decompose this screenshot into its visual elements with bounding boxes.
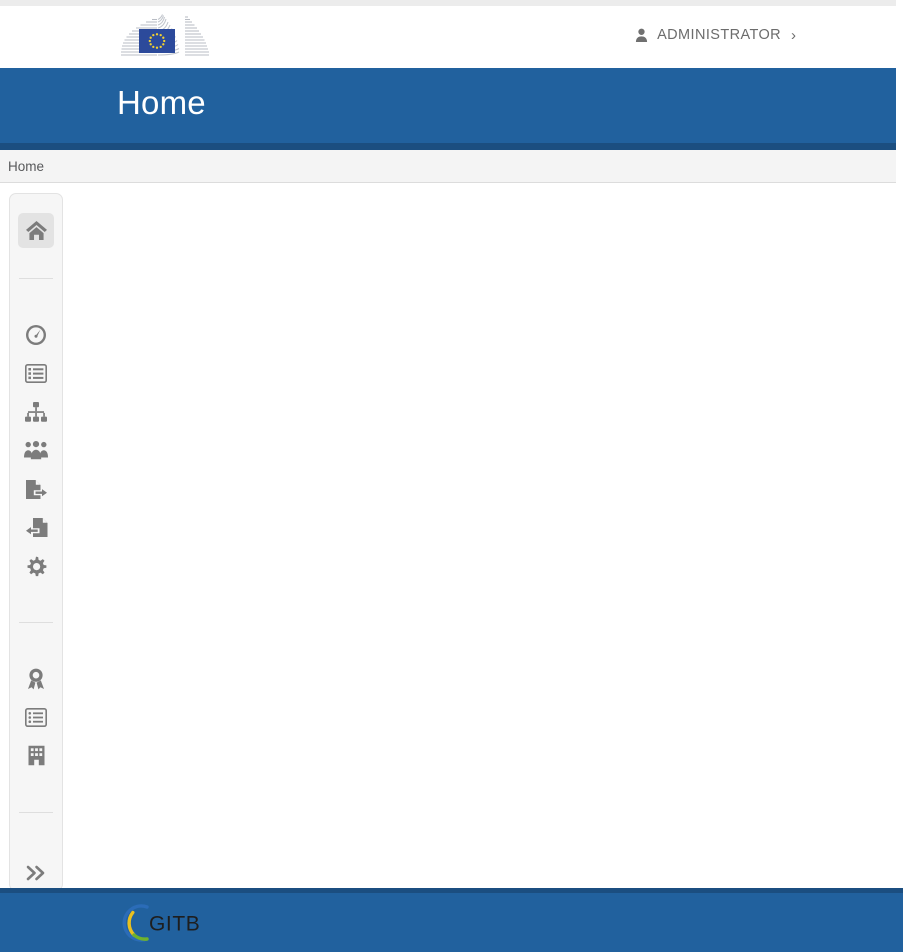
user-icon (636, 28, 648, 42)
page-title: Home (117, 84, 206, 121)
double-chevron-right-icon (26, 865, 45, 880)
svg-text:GITB: GITB (149, 913, 200, 936)
sidebar-item-organisations[interactable] (18, 738, 54, 773)
sidebar-item-export[interactable] (18, 472, 54, 507)
european-commission-logo[interactable] (117, 13, 213, 61)
file-import-icon (25, 518, 47, 538)
gear-icon (27, 556, 47, 576)
users-icon (24, 441, 48, 460)
main-content-area (0, 184, 896, 891)
eu-header: ADMINISTRATOR › (0, 6, 896, 68)
file-export-icon (25, 479, 47, 499)
gitb-logo[interactable]: GITB (120, 899, 206, 947)
home-icon (25, 221, 47, 241)
page-banner: Home (0, 68, 896, 143)
footer: GITB Development mode User guide Contact… (0, 893, 903, 952)
sitemap-icon (25, 402, 47, 422)
sidebar-item-dashboard[interactable] (18, 318, 54, 353)
building-icon (28, 746, 44, 766)
sidebar-divider-1 (19, 277, 53, 279)
sidebar-divider-2 (19, 621, 53, 623)
breadcrumb: Home (0, 150, 896, 183)
sidebar-item-domains[interactable] (18, 395, 54, 430)
user-menu[interactable]: ADMINISTRATOR › (635, 27, 796, 43)
application-root: ADMINISTRATOR › Home Home GITB (0, 0, 903, 952)
banner-underline (0, 143, 896, 150)
list-alt-icon (25, 707, 47, 727)
dashboard-gauge-icon (26, 324, 46, 345)
chevron-right-icon: › (791, 26, 796, 44)
list-icon (25, 364, 47, 384)
sidebar-item-conformance[interactable] (18, 661, 54, 696)
sidebar-item-specifications[interactable] (18, 700, 54, 735)
scrollbar-gutter[interactable] (896, 0, 903, 889)
award-icon (28, 668, 44, 689)
sidebar-item-import[interactable] (18, 511, 54, 546)
sidebar-item-communities[interactable] (18, 433, 54, 468)
sidebar-divider-3 (19, 811, 53, 813)
sidebar-nav (9, 193, 63, 891)
user-menu-label: ADMINISTRATOR (657, 27, 781, 43)
sidebar-item-sessions[interactable] (18, 356, 54, 391)
sidebar-expand-toggle[interactable] (18, 855, 54, 890)
sidebar-item-home[interactable] (18, 213, 54, 249)
sidebar-item-settings[interactable] (18, 549, 54, 584)
breadcrumb-item-home[interactable]: Home (8, 159, 44, 174)
